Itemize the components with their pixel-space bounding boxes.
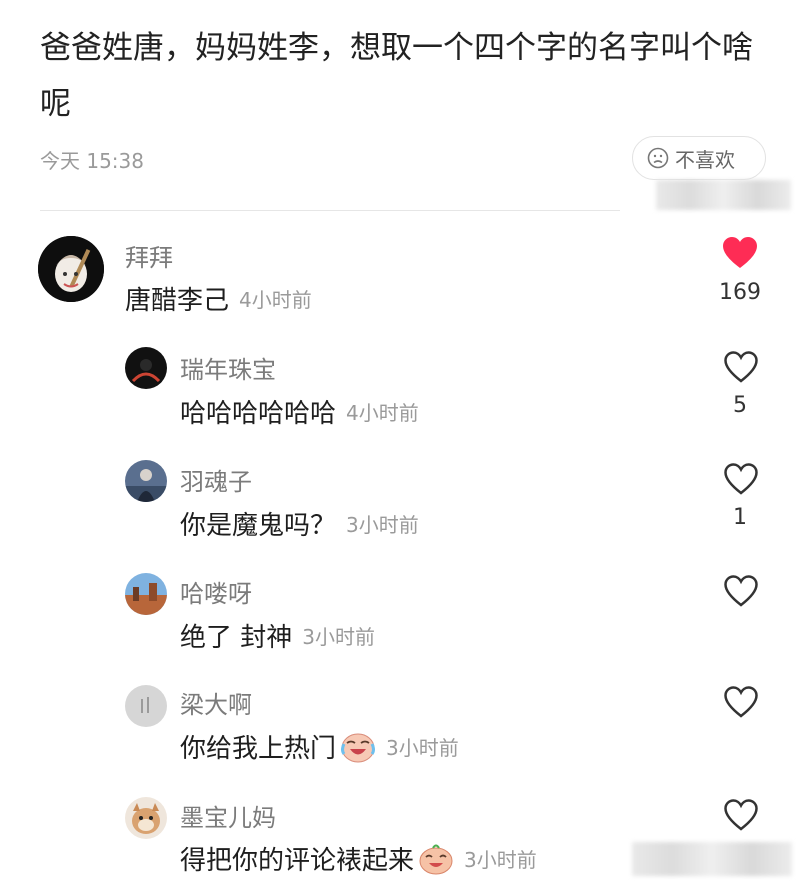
comment-author[interactable]: 梁大啊: [180, 685, 252, 720]
comment-text: 你是魔鬼吗？: [180, 511, 337, 541]
figure-avatar-icon: [125, 460, 167, 502]
heart-outline-icon[interactable]: [723, 574, 759, 608]
post-time: 今天 15:38: [40, 149, 144, 173]
comment-body[interactable]: 唐醋李己 4小时前: [125, 280, 312, 317]
anime-avatar-icon: [38, 236, 104, 302]
reply-avatar[interactable]: [125, 573, 167, 615]
grey-avatar-icon: [125, 685, 167, 727]
comment-body[interactable]: 绝了 封神 3小时前: [180, 617, 375, 654]
comment-author[interactable]: 哈喽呀: [180, 574, 252, 609]
comment-text: 唐醋李己: [125, 286, 230, 316]
comment-author[interactable]: 羽魂子: [180, 462, 252, 497]
comment-body[interactable]: 你是魔鬼吗？ 3小时前: [180, 505, 419, 542]
heart-outline-icon[interactable]: [723, 685, 759, 719]
comment-text: 哈哈哈哈哈哈: [180, 399, 337, 429]
comment-text: 得把你的评论裱起来: [180, 846, 415, 876]
dislike-label: 不喜欢: [675, 147, 735, 172]
reply-avatar[interactable]: [125, 460, 167, 502]
blurred-area: [632, 842, 792, 876]
comment-text: 绝了 封神: [180, 623, 293, 653]
like-count: 1: [733, 505, 747, 530]
dislike-button[interactable]: 不喜欢: [632, 136, 766, 180]
scenery-avatar-icon: [125, 573, 167, 615]
heart-outline-icon[interactable]: [723, 350, 759, 384]
reply-avatar[interactable]: [125, 797, 167, 839]
comment-time: 3小时前: [346, 513, 419, 537]
comment-time: 4小时前: [346, 401, 419, 425]
comment-time: 3小时前: [464, 848, 537, 872]
comment-time: 3小时前: [302, 625, 375, 649]
heart-filled-icon[interactable]: [722, 236, 758, 270]
like-count: 169: [719, 280, 761, 305]
sad-face-icon: [647, 147, 669, 169]
comment-body[interactable]: 得把你的评论裱起来 3小时前: [180, 840, 537, 877]
like-count: 5: [733, 393, 747, 418]
comment-text: 你给我上热门: [180, 734, 337, 764]
comment-author[interactable]: 瑞年珠宝: [180, 350, 276, 385]
heart-outline-icon[interactable]: [723, 462, 759, 496]
heart-outline-icon[interactable]: [723, 798, 759, 832]
blurred-area: [656, 180, 791, 210]
laugh-emoji-icon: [419, 844, 453, 874]
post-text: 爸爸姓唐，妈妈姓李，想取一个四个字的名字叫个啥呢: [40, 30, 753, 122]
reply-avatar[interactable]: [125, 685, 167, 727]
comment-avatar[interactable]: [38, 236, 104, 302]
comment-author[interactable]: 拜拜: [125, 238, 173, 273]
reply-avatar[interactable]: [125, 347, 167, 389]
pet-avatar-icon: [125, 797, 167, 839]
dark-avatar-icon: [125, 347, 167, 389]
divider: [40, 210, 620, 211]
crying-laugh-emoji-icon: [341, 733, 376, 762]
comment-body[interactable]: 你给我上热门 3小时前: [180, 728, 459, 765]
comment-author[interactable]: 墨宝儿妈: [180, 798, 276, 833]
comment-time: 4小时前: [239, 288, 312, 312]
comment-time: 3小时前: [386, 736, 459, 760]
comment-body[interactable]: 哈哈哈哈哈哈 4小时前: [180, 393, 419, 430]
